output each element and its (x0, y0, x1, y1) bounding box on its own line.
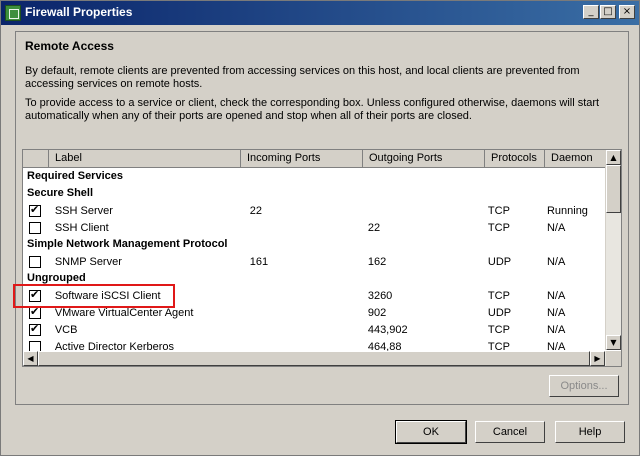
protocols: TCP (487, 289, 510, 302)
app-icon (5, 5, 21, 21)
cancel-button[interactable]: Cancel (475, 421, 545, 443)
vertical-scrollbar[interactable]: ▲ ▼ (605, 150, 621, 350)
service-checkbox[interactable] (29, 203, 41, 217)
close-button[interactable]: × (619, 5, 635, 19)
table-row[interactable]: SSH Server 22 TCP Running (23, 202, 606, 219)
column-header-protocols[interactable]: Protocols (485, 150, 545, 167)
scroll-down-icon[interactable]: ▼ (606, 335, 621, 350)
protocols: UDP (487, 255, 512, 268)
section-title: Remote Access (25, 39, 114, 53)
table-row[interactable]: VCB 443,902 TCP N/A (23, 321, 606, 338)
scrollbar-corner (606, 351, 621, 366)
highlight-box (13, 284, 175, 308)
protocols: UDP (487, 306, 512, 319)
service-label: SSH Client (54, 221, 109, 234)
horizontal-scroll-thumb[interactable] (38, 351, 590, 366)
service-label: VCB (54, 323, 78, 336)
service-label: SNMP Server (54, 255, 122, 268)
daemon-status: N/A (546, 323, 566, 336)
window-title: Firewall Properties (25, 5, 133, 19)
minimize-button[interactable]: _ (583, 5, 599, 19)
table-row[interactable]: SNMP Server 161 162 UDP N/A (23, 253, 606, 270)
outgoing-ports: 22 (367, 221, 381, 234)
service-label: SSH Server (54, 204, 113, 217)
daemon-status: N/A (546, 306, 566, 319)
column-header-outgoing[interactable]: Outgoing Ports (363, 150, 485, 167)
outgoing-ports: 902 (367, 306, 387, 319)
maximize-button[interactable]: □ (600, 5, 616, 19)
incoming-ports: 22 (249, 204, 262, 217)
services-table: Label Incoming Ports Outgoing Ports Prot… (22, 149, 622, 367)
protocols: TCP (487, 204, 510, 217)
table-row[interactable]: SSH Client 22 TCP N/A (23, 219, 606, 236)
group-header: Required Services (27, 170, 123, 182)
daemon-status: N/A (546, 221, 566, 234)
service-checkbox[interactable] (29, 255, 41, 268)
description-2: To provide access to a service or client… (25, 97, 600, 122)
table-body: Required Services Secure Shell SSH Server 2… (23, 168, 606, 355)
incoming-ports: 161 (249, 255, 269, 268)
service-checkbox[interactable] (29, 221, 41, 234)
group-header: Simple Network Management Protocol (27, 238, 228, 250)
title-bar[interactable]: Firewall Properties _ □ × (1, 1, 639, 25)
column-header-check[interactable] (23, 150, 49, 167)
horizontal-scrollbar[interactable]: ◀ ▶ (23, 351, 606, 366)
outgoing-ports: 443,902 (367, 323, 408, 336)
description-1: By default, remote clients are prevented… (25, 65, 580, 90)
options-button[interactable]: Options... (549, 375, 619, 397)
scroll-left-icon[interactable]: ◀ (23, 351, 38, 366)
table-header: Label Incoming Ports Outgoing Ports Prot… (23, 150, 606, 168)
column-header-daemon[interactable]: Daemon (545, 150, 606, 167)
service-checkbox[interactable] (29, 322, 41, 336)
protocols: TCP (487, 323, 510, 336)
firewall-properties-window: Firewall Properties _ □ × Remote Access … (0, 0, 640, 456)
group-header: Secure Shell (27, 187, 94, 199)
vertical-scroll-thumb[interactable] (606, 165, 621, 213)
daemon-status: Running (546, 204, 588, 217)
outgoing-ports: 3260 (367, 289, 393, 302)
protocols: TCP (487, 221, 510, 234)
daemon-status: N/A (546, 289, 566, 302)
daemon-status: N/A (546, 255, 566, 268)
scroll-right-icon[interactable]: ▶ (590, 351, 605, 366)
column-header-label[interactable]: Label (49, 150, 241, 167)
outgoing-ports: 162 (367, 255, 387, 268)
column-header-incoming[interactable]: Incoming Ports (241, 150, 363, 167)
ok-button[interactable]: OK (395, 420, 467, 444)
help-button[interactable]: Help (555, 421, 625, 443)
service-label: VMware VirtualCenter Agent (54, 306, 194, 319)
service-checkbox[interactable] (29, 305, 41, 319)
scroll-up-icon[interactable]: ▲ (606, 150, 621, 165)
